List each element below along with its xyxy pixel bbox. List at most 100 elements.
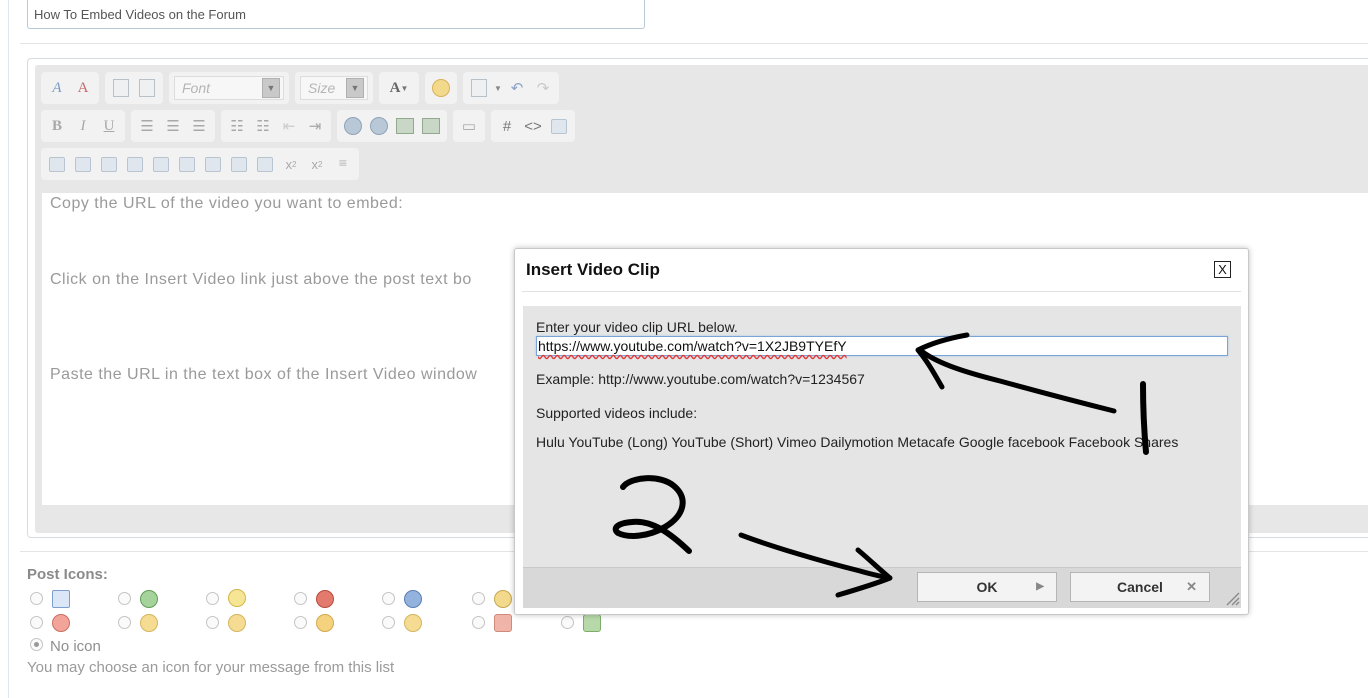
redo-icon[interactable]: ↷ xyxy=(532,77,554,99)
smilies-icon[interactable] xyxy=(430,77,452,99)
outdent-icon[interactable]: ⇤ xyxy=(278,115,300,137)
toolbar-group-format: A A xyxy=(41,72,99,104)
italic-icon[interactable]: I xyxy=(72,115,94,137)
toolbar-group-history: ▼ ↶ ↷ xyxy=(463,72,559,104)
superscript-icon[interactable]: x2 xyxy=(306,153,328,175)
dialog-title: Insert Video Clip xyxy=(526,260,660,279)
align-right-icon[interactable]: ☰ xyxy=(188,115,210,137)
table-icon[interactable] xyxy=(46,153,68,175)
post-icon-radio[interactable] xyxy=(206,616,219,629)
toolbar-row-1: A A Font ▼ Size ▼ A ▼ ▼ ↶ ↷ xyxy=(41,72,559,104)
supported-label: Supported videos include: xyxy=(536,405,698,421)
chevron-down-icon: ▼ xyxy=(346,78,364,98)
insert-column-after-icon[interactable] xyxy=(228,153,250,175)
post-icon-radio[interactable] xyxy=(30,592,43,605)
editor-line-1: Copy the URL of the video you want to em… xyxy=(50,195,404,212)
align-center-icon[interactable]: ☰ xyxy=(162,115,184,137)
dialog-divider xyxy=(522,291,1241,292)
cool-face-icon xyxy=(494,590,512,608)
post-icon-radio[interactable] xyxy=(118,592,131,605)
exclamation-icon xyxy=(316,590,334,608)
video-url-input[interactable]: https://www.youtube.com/watch?v=1X2JB9TY… xyxy=(536,336,1228,356)
insert-link-icon[interactable] xyxy=(342,115,364,137)
font-select[interactable]: Font ▼ xyxy=(174,76,284,100)
indent-icon[interactable]: ⇥ xyxy=(304,115,326,137)
undo-icon[interactable]: ↶ xyxy=(506,77,528,99)
chevron-down-icon[interactable]: ▼ xyxy=(494,77,502,99)
post-icons-hint: You may choose an icon for your message … xyxy=(27,659,395,676)
post-title-input[interactable]: How To Embed Videos on the Forum xyxy=(27,0,645,29)
question-icon xyxy=(404,590,422,608)
post-icon-radio[interactable] xyxy=(472,616,485,629)
code-icon[interactable]: <> xyxy=(522,115,544,137)
delete-column-icon[interactable] xyxy=(254,153,276,175)
underline-icon[interactable]: U xyxy=(98,115,120,137)
toolbar-row-2: B I U ☰ ☰ ☰ ☷ ☷ ⇤ ⇥ ▭ # <> xyxy=(41,110,575,142)
bold-icon[interactable]: B xyxy=(46,115,68,137)
quote-icon[interactable]: ▭ xyxy=(458,115,480,137)
post-icon-radio[interactable] xyxy=(206,592,219,605)
remove-format-icon[interactable]: A xyxy=(46,77,68,99)
editor-line-2: Click on the Insert Video link just abov… xyxy=(50,271,472,288)
angry-face-icon xyxy=(52,614,70,632)
refresh-icon xyxy=(140,590,158,608)
no-icon-label: No icon xyxy=(50,638,101,655)
toolbar-row-3: x2 x2 ≡ xyxy=(41,148,359,180)
insert-row-above-icon[interactable] xyxy=(124,153,146,175)
font-select-label: Font xyxy=(182,80,211,96)
close-button[interactable]: X xyxy=(1214,261,1231,278)
video-url-value: https://www.youtube.com/watch?v=1X2JB9TY… xyxy=(538,338,847,354)
horizontal-rule-icon[interactable]: ≡ xyxy=(332,153,354,175)
post-icon-radio[interactable] xyxy=(294,592,307,605)
insert-image-icon[interactable] xyxy=(394,115,416,137)
post-icon-radio[interactable] xyxy=(118,616,131,629)
cancel-button-label: Cancel xyxy=(1117,579,1163,595)
laugh-face-icon xyxy=(404,614,422,632)
clear-format-icon[interactable]: A xyxy=(72,77,94,99)
paste-word-icon[interactable] xyxy=(136,77,158,99)
post-icon-radio[interactable] xyxy=(382,592,395,605)
insert-video-icon[interactable] xyxy=(420,115,442,137)
subscript-icon[interactable]: x2 xyxy=(280,153,302,175)
post-icon-radio[interactable] xyxy=(561,616,574,629)
supported-list: Hulu YouTube (Long) YouTube (Short) Vime… xyxy=(536,434,1179,450)
play-arrow-icon: ▶ xyxy=(1036,581,1044,592)
align-left-icon[interactable]: ☰ xyxy=(136,115,158,137)
post-icon-radio[interactable] xyxy=(294,616,307,629)
font-color-icon[interactable]: A ▼ xyxy=(384,77,414,99)
paste-icon[interactable] xyxy=(110,77,132,99)
delete-table-icon[interactable] xyxy=(98,153,120,175)
grin-face-icon xyxy=(228,614,246,632)
toolbar-group-paste xyxy=(105,72,163,104)
ordered-list-icon[interactable]: ☷ xyxy=(226,115,248,137)
toolbar-group-size: Size ▼ xyxy=(295,72,373,104)
size-select-label: Size xyxy=(308,80,336,96)
post-icon-radio[interactable] xyxy=(472,592,485,605)
thumbs-up-icon xyxy=(583,614,601,632)
url-prompt: Enter your video clip URL below. xyxy=(536,319,738,335)
remove-link-icon[interactable] xyxy=(368,115,390,137)
no-icon-radio[interactable] xyxy=(30,638,43,651)
delete-row-icon[interactable] xyxy=(176,153,198,175)
table-properties-icon[interactable] xyxy=(72,153,94,175)
insert-column-before-icon[interactable] xyxy=(202,153,224,175)
cancel-button[interactable]: Cancel ✕ xyxy=(1070,572,1210,602)
editor-line-3: Paste the URL in the text box of the Ins… xyxy=(50,366,478,383)
ok-button-label: OK xyxy=(976,579,998,595)
page-left-border xyxy=(8,0,9,698)
unordered-list-icon[interactable]: ☷ xyxy=(252,115,274,137)
toolbar-group-insert xyxy=(337,110,447,142)
insert-row-below-icon[interactable] xyxy=(150,153,172,175)
post-icon-radio[interactable] xyxy=(382,616,395,629)
size-select[interactable]: Size ▼ xyxy=(300,76,368,100)
thumbs-down-icon xyxy=(494,614,512,632)
ok-button[interactable]: OK ▶ xyxy=(917,572,1057,602)
post-icon-radio[interactable] xyxy=(30,616,43,629)
hash-icon[interactable]: # xyxy=(496,115,518,137)
php-icon[interactable] xyxy=(548,115,570,137)
post-icons-label: Post Icons: xyxy=(27,566,108,583)
attach-icon[interactable] xyxy=(468,77,490,99)
toolbar-group-lists: ☷ ☷ ⇤ ⇥ xyxy=(221,110,331,142)
resize-handle-icon[interactable] xyxy=(1226,592,1240,606)
dialog-footer: OK ▶ Cancel ✕ xyxy=(523,567,1241,608)
